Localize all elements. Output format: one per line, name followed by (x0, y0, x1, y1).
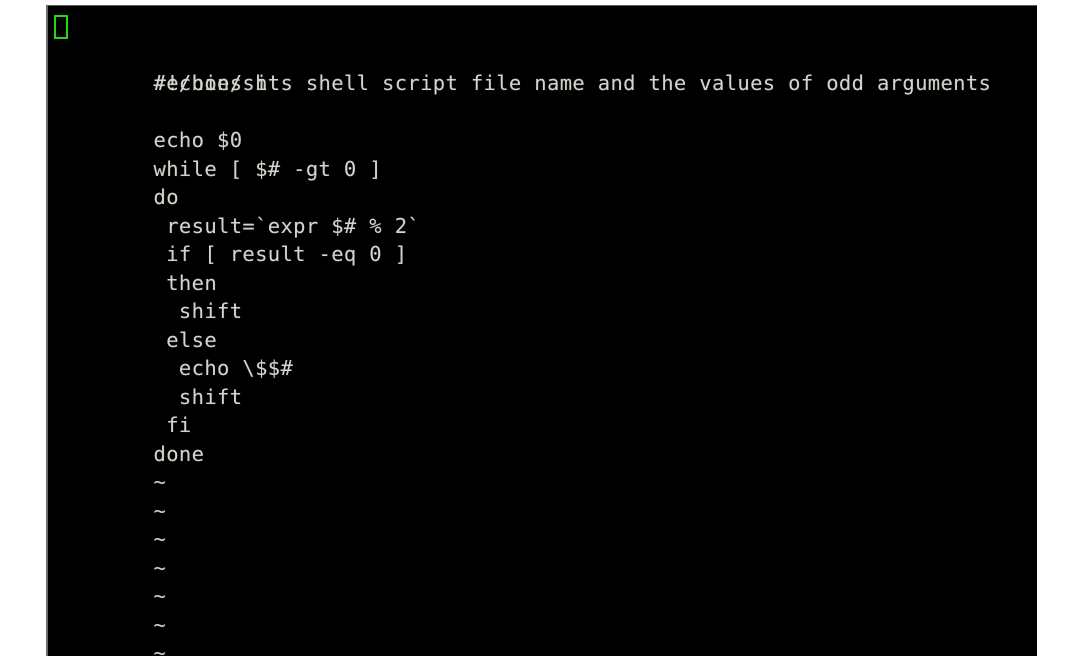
editor-line-15[interactable]: done (52, 411, 1037, 466)
terminal-screen[interactable]: #!/bin/sh #echoes its shell script file … (48, 6, 1037, 656)
filler-tilde-line: ~ (52, 554, 1037, 608)
filler-tilde-line: ~ (52, 639, 1037, 656)
editor-line-7[interactable]: result=`expr $# % 2` (52, 183, 1037, 238)
filler-tilde-line: ~ (52, 611, 1037, 656)
editor-line-5[interactable]: while [ $# -gt 0 ] (52, 126, 1037, 181)
editor-line-1[interactable]: #!/bin/sh (52, 12, 1037, 95)
editor-line-4[interactable]: echo $0 (52, 98, 1037, 152)
editor-line-10[interactable]: shift (52, 269, 1037, 323)
filler-tilde-line: ~ (52, 468, 1037, 523)
page-background: #!/bin/sh #echoes its shell script file … (0, 0, 1080, 667)
filler-tilde-line: ~ (52, 440, 1037, 494)
editor-line-8[interactable]: if [ result -eq 0 ] (52, 212, 1037, 266)
editor-line-14[interactable]: fi (52, 383, 1037, 437)
terminal-window[interactable]: #!/bin/sh #echoes its shell script file … (46, 5, 1037, 656)
editor-line-11[interactable]: else (52, 297, 1037, 352)
filler-tilde-line: ~ (52, 497, 1037, 551)
filler-tilde-line: ~ (52, 582, 1037, 637)
editor-line-9[interactable]: then (52, 240, 1037, 295)
editor-line-13[interactable]: shift (52, 354, 1037, 409)
editor-line-12[interactable]: echo \$$# (52, 326, 1037, 380)
block-cursor-icon (54, 15, 68, 39)
editor-line-1-text: #!/bin/sh (153, 71, 268, 95)
editor-line-2[interactable]: #echoes its shell script file name and t… (52, 41, 1037, 95)
editor-line-6[interactable]: do (52, 155, 1037, 209)
filler-tilde-line: ~ (52, 525, 1037, 580)
